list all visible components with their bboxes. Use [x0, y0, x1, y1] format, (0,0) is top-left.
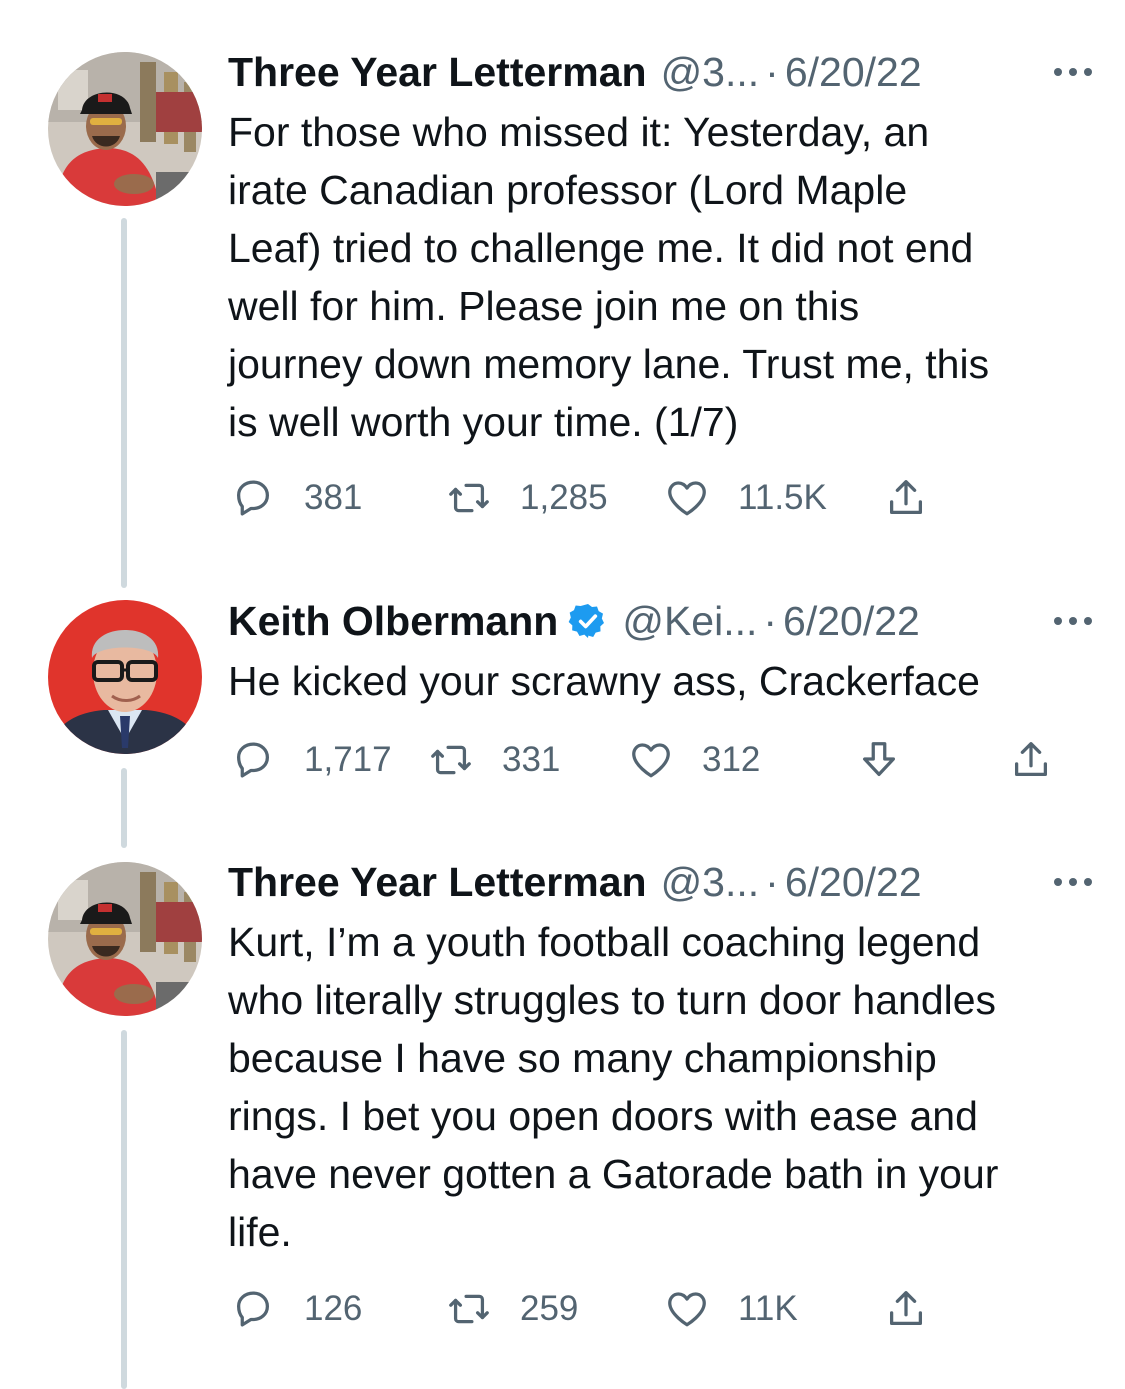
- reply-button[interactable]: 1,717: [230, 735, 392, 785]
- user-handle[interactable]: @3...: [661, 47, 760, 97]
- thread-connector-line: [121, 218, 127, 588]
- reply-button[interactable]: 126: [230, 1284, 362, 1334]
- thread-connector-line: [121, 768, 127, 848]
- more-icon[interactable]: [1051, 596, 1095, 646]
- user-handle[interactable]: @3...: [661, 857, 760, 907]
- like-button[interactable]: 11K: [664, 1284, 798, 1334]
- more-icon[interactable]: [1051, 857, 1095, 907]
- tweet-text: For those who missed it: Yesterday, an i…: [228, 109, 990, 445]
- heart-icon: [632, 743, 670, 778]
- separator-dot: ·: [765, 49, 779, 95]
- retweet-icon: [449, 1294, 489, 1324]
- retweet-button[interactable]: 259: [446, 1284, 578, 1334]
- retweet-button[interactable]: 1,285: [446, 473, 608, 523]
- reply-count: 1,717: [304, 740, 392, 779]
- share-button[interactable]: [883, 1284, 957, 1334]
- like-count: 312: [702, 740, 761, 779]
- tweet-thread: Three Year Letterman @3... · 6/20/22 For…: [0, 0, 1125, 1389]
- share-button[interactable]: [1008, 735, 1082, 785]
- share-icon: [889, 480, 923, 515]
- retweet-count: 259: [520, 1289, 579, 1328]
- display-name[interactable]: Three Year Letterman: [228, 857, 647, 907]
- heart-icon: [668, 481, 706, 516]
- reply-icon: [236, 742, 270, 778]
- share-icon: [1014, 742, 1048, 777]
- reply-icon: [236, 1291, 270, 1327]
- like-count: 11K: [738, 1289, 798, 1328]
- display-name[interactable]: Three Year Letterman: [228, 47, 647, 97]
- tweet-text: He kicked your scrawny ass, Crackerface: [228, 658, 980, 704]
- like-button[interactable]: 312: [628, 735, 760, 785]
- tweet-header: Three Year Letterman @3... · 6/20/22: [228, 47, 1095, 97]
- reply-count: 126: [304, 1289, 363, 1328]
- heart-icon: [668, 1292, 706, 1327]
- share-button[interactable]: [883, 473, 957, 523]
- like-count: 11.5K: [738, 478, 827, 517]
- retweet-icon: [449, 483, 489, 513]
- more-icon[interactable]: [1051, 47, 1095, 97]
- retweet-count: 331: [502, 740, 561, 779]
- reply-button[interactable]: 381: [230, 473, 362, 523]
- retweet-count: 1,285: [520, 478, 608, 517]
- tweet-header: Three Year Letterman @3... · 6/20/22: [228, 857, 1095, 907]
- tweet-date[interactable]: 6/20/22: [783, 596, 920, 646]
- avatar[interactable]: [48, 862, 202, 1016]
- tweet-text: Kurt, I’m a youth football coaching lege…: [228, 919, 999, 1255]
- user-handle[interactable]: @Kei...: [622, 596, 757, 646]
- retweet-icon: [431, 745, 471, 775]
- separator-dot: ·: [765, 859, 779, 905]
- verified-badge-icon: [568, 601, 608, 641]
- tweet-date[interactable]: 6/20/22: [785, 857, 922, 907]
- display-name[interactable]: Keith Olbermann: [228, 596, 558, 646]
- avatar[interactable]: [48, 600, 202, 754]
- avatar[interactable]: [48, 52, 202, 206]
- like-button[interactable]: 11.5K: [664, 473, 827, 523]
- tweet-date[interactable]: 6/20/22: [785, 47, 922, 97]
- reply-count: 381: [304, 478, 363, 517]
- thread-connector-line: [121, 1030, 127, 1389]
- reply-icon: [236, 480, 270, 516]
- downvote-icon: [862, 742, 896, 777]
- retweet-button[interactable]: 331: [428, 735, 560, 785]
- downvote-button[interactable]: [856, 735, 930, 785]
- share-icon: [889, 1291, 923, 1326]
- separator-dot: ·: [763, 598, 778, 644]
- tweet-header: Keith Olbermann @Kei... · 6/20/22: [228, 596, 1095, 646]
